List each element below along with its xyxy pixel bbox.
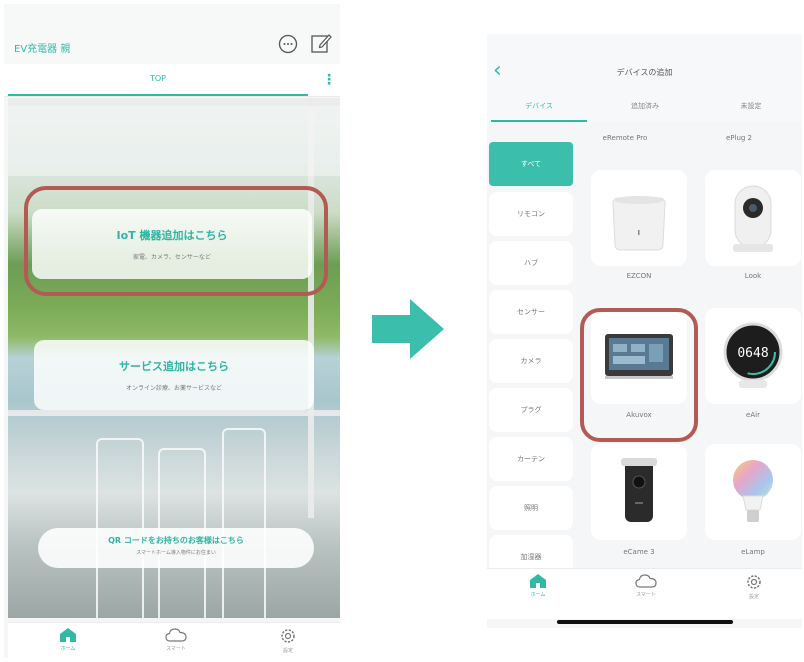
bulb-icon — [733, 460, 773, 522]
window-frame — [8, 98, 340, 106]
remote-hub-icon — [612, 196, 666, 251]
category-camera[interactable]: カメラ — [489, 339, 573, 383]
nav-settings-label: 設定 — [748, 594, 759, 600]
sky-reflection — [8, 106, 340, 176]
nav-smart-label: スマート — [636, 592, 656, 598]
tab-added[interactable]: 追加済み — [597, 92, 693, 120]
nav-settings[interactable]: 設定 — [268, 627, 308, 654]
tab-devices[interactable]: デバイス — [491, 92, 587, 122]
table-edge — [8, 410, 340, 416]
device-label[interactable]: eRemote Pro — [573, 134, 677, 142]
bottom-nav: ホーム スマート 設定 — [8, 622, 340, 658]
left-phone-screen: EV充電器 親 TOP ⋮ IoT 機器追加はこちら 家電、カメラ、センサーなど… — [4, 4, 340, 658]
battery-camera-icon — [621, 458, 657, 522]
category-all[interactable]: すべて — [489, 142, 573, 186]
device-tile-ecame3[interactable] — [591, 444, 687, 540]
home-icon — [60, 628, 76, 642]
nav-home-label: ホーム — [60, 646, 76, 652]
camera-icon — [733, 185, 773, 252]
nav-smart[interactable]: スマート — [156, 627, 196, 652]
nav-settings-label: 設定 — [282, 648, 293, 654]
edit-icon[interactable] — [310, 32, 332, 54]
nav-home[interactable]: ホーム — [518, 573, 558, 598]
device-tile-elamp[interactable] — [705, 444, 801, 540]
chair — [222, 428, 266, 618]
qr-banner-title: QR コードをお持ちのお客様はこちら — [108, 536, 244, 545]
tab-unset[interactable]: 未設定 — [703, 92, 799, 120]
nav-smart[interactable]: スマート — [626, 573, 666, 598]
more-vertical-icon[interactable]: ⋮ — [322, 72, 336, 88]
device-tile-look[interactable] — [705, 170, 801, 266]
nav-home[interactable]: ホーム — [48, 627, 88, 652]
highlight-box — [24, 186, 328, 296]
category-hub[interactable]: ハブ — [489, 241, 573, 285]
qr-code-banner[interactable]: QR コードをお持ちのお客様はこちら スマートホーム導入物件にお住まい — [38, 528, 314, 568]
tab-bar: TOP ⋮ — [4, 64, 340, 97]
category-remote[interactable]: リモコン — [489, 192, 573, 236]
device-name-elamp: eLamp — [741, 548, 765, 556]
cloud-icon — [635, 574, 657, 588]
home-icon — [530, 574, 546, 588]
device-name-eair: eAir — [746, 411, 760, 419]
category-lighting[interactable]: 照明 — [489, 486, 573, 530]
eair-display: 0648 — [737, 346, 768, 361]
bottom-nav: ホーム スマート 設定 — [487, 568, 802, 619]
gear-icon — [747, 575, 761, 589]
service-add-subtitle: オンライン診療、お薬サービスなど — [125, 385, 222, 392]
category-sidebar: すべて リモコン ハブ センサー カメラ プラグ カーテン 照明 加湿器 — [487, 138, 573, 578]
air-sensor-icon: 0648 — [723, 322, 783, 388]
tab-bar: デバイス 追加済み 未設定 — [487, 92, 802, 122]
gear-icon — [281, 629, 295, 643]
category-curtain[interactable]: カーテン — [489, 437, 573, 481]
service-add-card[interactable]: サービス追加はこちら オンライン診療、お薬サービスなど — [34, 340, 314, 410]
device-label[interactable]: ePlug 2 — [687, 134, 791, 142]
nav-home-label: ホーム — [530, 592, 546, 598]
device-tile-ezcon[interactable] — [591, 170, 687, 266]
category-plug[interactable]: プラグ — [489, 388, 573, 432]
tab-top[interactable]: TOP — [8, 64, 308, 96]
chat-bubble-icon[interactable] — [278, 34, 298, 54]
qr-banner-subtitle: スマートホーム導入物件にお住まい — [136, 550, 216, 556]
home-title[interactable]: EV充電器 親 — [14, 40, 70, 55]
arrow-right-icon — [372, 299, 444, 359]
device-name-ezcon: EZCON — [626, 272, 652, 280]
top-bar: EV充電器 親 — [4, 4, 340, 64]
category-sensor[interactable]: センサー — [489, 290, 573, 334]
nav-smart-label: スマート — [166, 646, 186, 652]
page-title: デバイスの追加 — [616, 68, 673, 77]
device-tile-eair[interactable]: 0648 — [705, 308, 801, 404]
nav-settings[interactable]: 設定 — [734, 573, 774, 600]
service-add-title: サービス追加はこちら — [119, 360, 229, 373]
top-bar: ‹ デバイスの追加 デバイス 追加済み 未設定 — [487, 34, 802, 122]
device-name-look: Look — [744, 272, 762, 280]
device-name-ecame3: eCame 3 — [623, 548, 655, 556]
home-indicator — [557, 620, 733, 624]
cloud-icon — [165, 628, 187, 642]
highlight-box — [580, 308, 698, 442]
